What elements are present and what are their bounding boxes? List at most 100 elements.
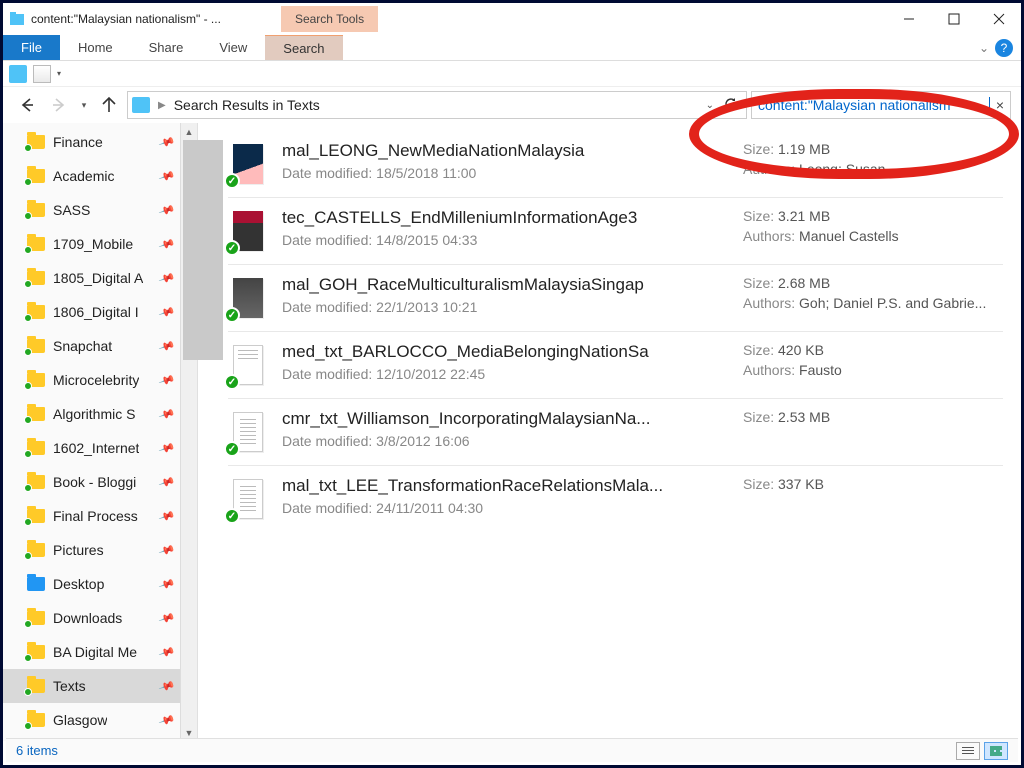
sidebar-item-label: Glasgow xyxy=(53,712,107,728)
tab-view[interactable]: View xyxy=(201,35,265,60)
close-button[interactable] xyxy=(976,4,1021,34)
pin-icon[interactable]: 📌 xyxy=(158,235,176,253)
folder-icon xyxy=(27,339,45,353)
tab-share[interactable]: Share xyxy=(131,35,202,60)
label-date-modified: Date modified: xyxy=(282,500,372,516)
sidebar-item[interactable]: 1709_Mobile📌 xyxy=(3,227,180,261)
file-modified: Date modified: 22/1/2013 10:21 xyxy=(282,299,729,315)
file-modified: Date modified: 12/10/2012 22:45 xyxy=(282,366,729,382)
scroll-thumb[interactable] xyxy=(183,140,223,360)
sidebar-item[interactable]: 1602_Internet📌 xyxy=(3,431,180,465)
pin-icon[interactable]: 📌 xyxy=(158,541,176,559)
qat-dropdown-icon[interactable]: ▾ xyxy=(57,69,61,78)
sidebar-scrollbar[interactable]: ▲ ▼ xyxy=(180,123,197,741)
value-date-modified: 14/8/2015 04:33 xyxy=(376,232,477,248)
sidebar-item[interactable]: BA Digital Me📌 xyxy=(3,635,180,669)
pin-icon[interactable]: 📌 xyxy=(158,439,176,457)
search-input[interactable]: content:"Malaysian nationalism" × xyxy=(751,91,1011,119)
new-folder-icon[interactable] xyxy=(9,65,27,83)
folder-icon xyxy=(27,305,45,319)
search-tools-contextual-tab[interactable]: Search Tools xyxy=(281,6,378,32)
tab-file[interactable]: File xyxy=(3,35,60,60)
sidebar-item[interactable]: Snapchat📌 xyxy=(3,329,180,363)
titlebar: content:"Malaysian nationalism" - ... Se… xyxy=(3,3,1021,35)
properties-icon[interactable] xyxy=(33,65,51,83)
pin-icon[interactable]: 📌 xyxy=(158,507,176,525)
pin-icon[interactable]: 📌 xyxy=(158,677,176,695)
large-icons-view-button[interactable] xyxy=(984,742,1008,760)
file-row[interactable]: ✓cmr_txt_Williamson_IncorporatingMalaysi… xyxy=(228,399,1003,466)
sidebar-item[interactable]: Pictures📌 xyxy=(3,533,180,567)
sidebar-item[interactable]: Final Process📌 xyxy=(3,499,180,533)
file-row[interactable]: ✓mal_LEONG_NewMediaNationMalaysiaDate mo… xyxy=(228,131,1003,198)
folder-icon xyxy=(27,237,45,251)
pin-icon[interactable]: 📌 xyxy=(158,473,176,491)
sidebar-item[interactable]: Texts📌 xyxy=(3,669,180,703)
breadcrumb-separator-icon[interactable]: ▶ xyxy=(156,100,168,111)
sidebar-item[interactable]: Academic📌 xyxy=(3,159,180,193)
window-title: content:"Malaysian nationalism" - ... xyxy=(31,12,221,26)
folder-icon xyxy=(27,543,45,557)
sidebar-item[interactable]: Book - Bloggi📌 xyxy=(3,465,180,499)
address-bar[interactable]: ▶ Search Results in Texts ⌄ xyxy=(127,91,747,119)
sidebar-item[interactable]: SASS📌 xyxy=(3,193,180,227)
help-icon[interactable]: ? xyxy=(995,39,1013,57)
sidebar-item[interactable]: Microcelebrity📌 xyxy=(3,363,180,397)
recent-locations-dropdown[interactable]: ▾ xyxy=(77,91,91,119)
tab-home[interactable]: Home xyxy=(60,35,131,60)
file-row[interactable]: ✓mal_txt_LEE_TransformationRaceRelations… xyxy=(228,466,1003,532)
label-authors: Authors: xyxy=(743,161,795,177)
pin-icon[interactable]: 📌 xyxy=(158,575,176,593)
tab-search[interactable]: Search xyxy=(265,35,342,60)
sidebar-item[interactable]: Algorithmic S📌 xyxy=(3,397,180,431)
scroll-track[interactable] xyxy=(181,140,197,724)
sync-badge-icon xyxy=(24,552,32,560)
label-date-modified: Date modified: xyxy=(282,433,372,449)
label-authors: Authors: xyxy=(743,295,795,311)
folder-icon xyxy=(27,611,45,625)
address-dropdown-icon[interactable]: ⌄ xyxy=(706,100,714,111)
pin-icon[interactable]: 📌 xyxy=(158,405,176,423)
back-button[interactable] xyxy=(13,91,41,119)
pin-icon[interactable]: 📌 xyxy=(158,133,176,151)
pin-icon[interactable]: 📌 xyxy=(158,269,176,287)
search-query-text: content:"Malaysian nationalism" xyxy=(758,97,988,113)
file-row[interactable]: ✓mal_GOH_RaceMulticulturalismMalaysiaSin… xyxy=(228,265,1003,332)
file-row[interactable]: ✓med_txt_BARLOCCO_MediaBelongingNationSa… xyxy=(228,332,1003,399)
folder-icon xyxy=(27,713,45,727)
sidebar-item[interactable]: 1805_Digital A📌 xyxy=(3,261,180,295)
sidebar-item[interactable]: 1806_Digital I📌 xyxy=(3,295,180,329)
scroll-up-icon[interactable]: ▲ xyxy=(181,123,197,140)
pin-icon[interactable]: 📌 xyxy=(158,337,176,355)
sidebar-item[interactable]: Downloads📌 xyxy=(3,601,180,635)
file-main: mal_txt_LEE_TransformationRaceRelationsM… xyxy=(282,476,729,516)
refresh-button[interactable] xyxy=(720,96,742,115)
pin-icon[interactable]: 📌 xyxy=(158,371,176,389)
pin-icon[interactable]: 📌 xyxy=(158,167,176,185)
file-modified: Date modified: 24/11/2011 04:30 xyxy=(282,500,729,516)
breadcrumb-location[interactable]: Search Results in Texts xyxy=(174,97,320,113)
folder-icon xyxy=(27,679,45,693)
clear-search-icon[interactable]: × xyxy=(990,97,1004,113)
sidebar-item[interactable]: Desktop📌 xyxy=(3,567,180,601)
file-list: ✓mal_LEONG_NewMediaNationMalaysiaDate mo… xyxy=(198,123,1021,741)
file-meta: Size: 420 KBAuthors: Fausto xyxy=(743,342,1003,382)
minimize-button[interactable] xyxy=(886,4,931,34)
sync-badge-icon xyxy=(24,212,32,220)
forward-button[interactable] xyxy=(45,91,73,119)
pin-icon[interactable]: 📌 xyxy=(158,303,176,321)
file-thumbnail: ✓ xyxy=(228,342,268,388)
folder-tree[interactable]: Finance📌Academic📌SASS📌1709_Mobile📌1805_D… xyxy=(3,123,180,741)
sidebar-item[interactable]: Glasgow 📌 xyxy=(3,703,180,737)
sidebar-item[interactable]: Finance📌 xyxy=(3,125,180,159)
ribbon-expand-icon[interactable]: ⌄ xyxy=(979,41,989,55)
up-button[interactable] xyxy=(95,91,123,119)
maximize-button[interactable] xyxy=(931,4,976,34)
file-row[interactable]: ✓tec_CASTELLS_EndMilleniumInformationAge… xyxy=(228,198,1003,265)
file-main: mal_GOH_RaceMulticulturalismMalaysiaSing… xyxy=(282,275,729,315)
pin-icon[interactable]: 📌 xyxy=(158,201,176,219)
pin-icon[interactable]: 📌 xyxy=(158,609,176,627)
details-view-button[interactable] xyxy=(956,742,980,760)
pin-icon[interactable]: 📌 xyxy=(158,643,176,661)
pin-icon[interactable]: 📌 xyxy=(158,711,176,729)
